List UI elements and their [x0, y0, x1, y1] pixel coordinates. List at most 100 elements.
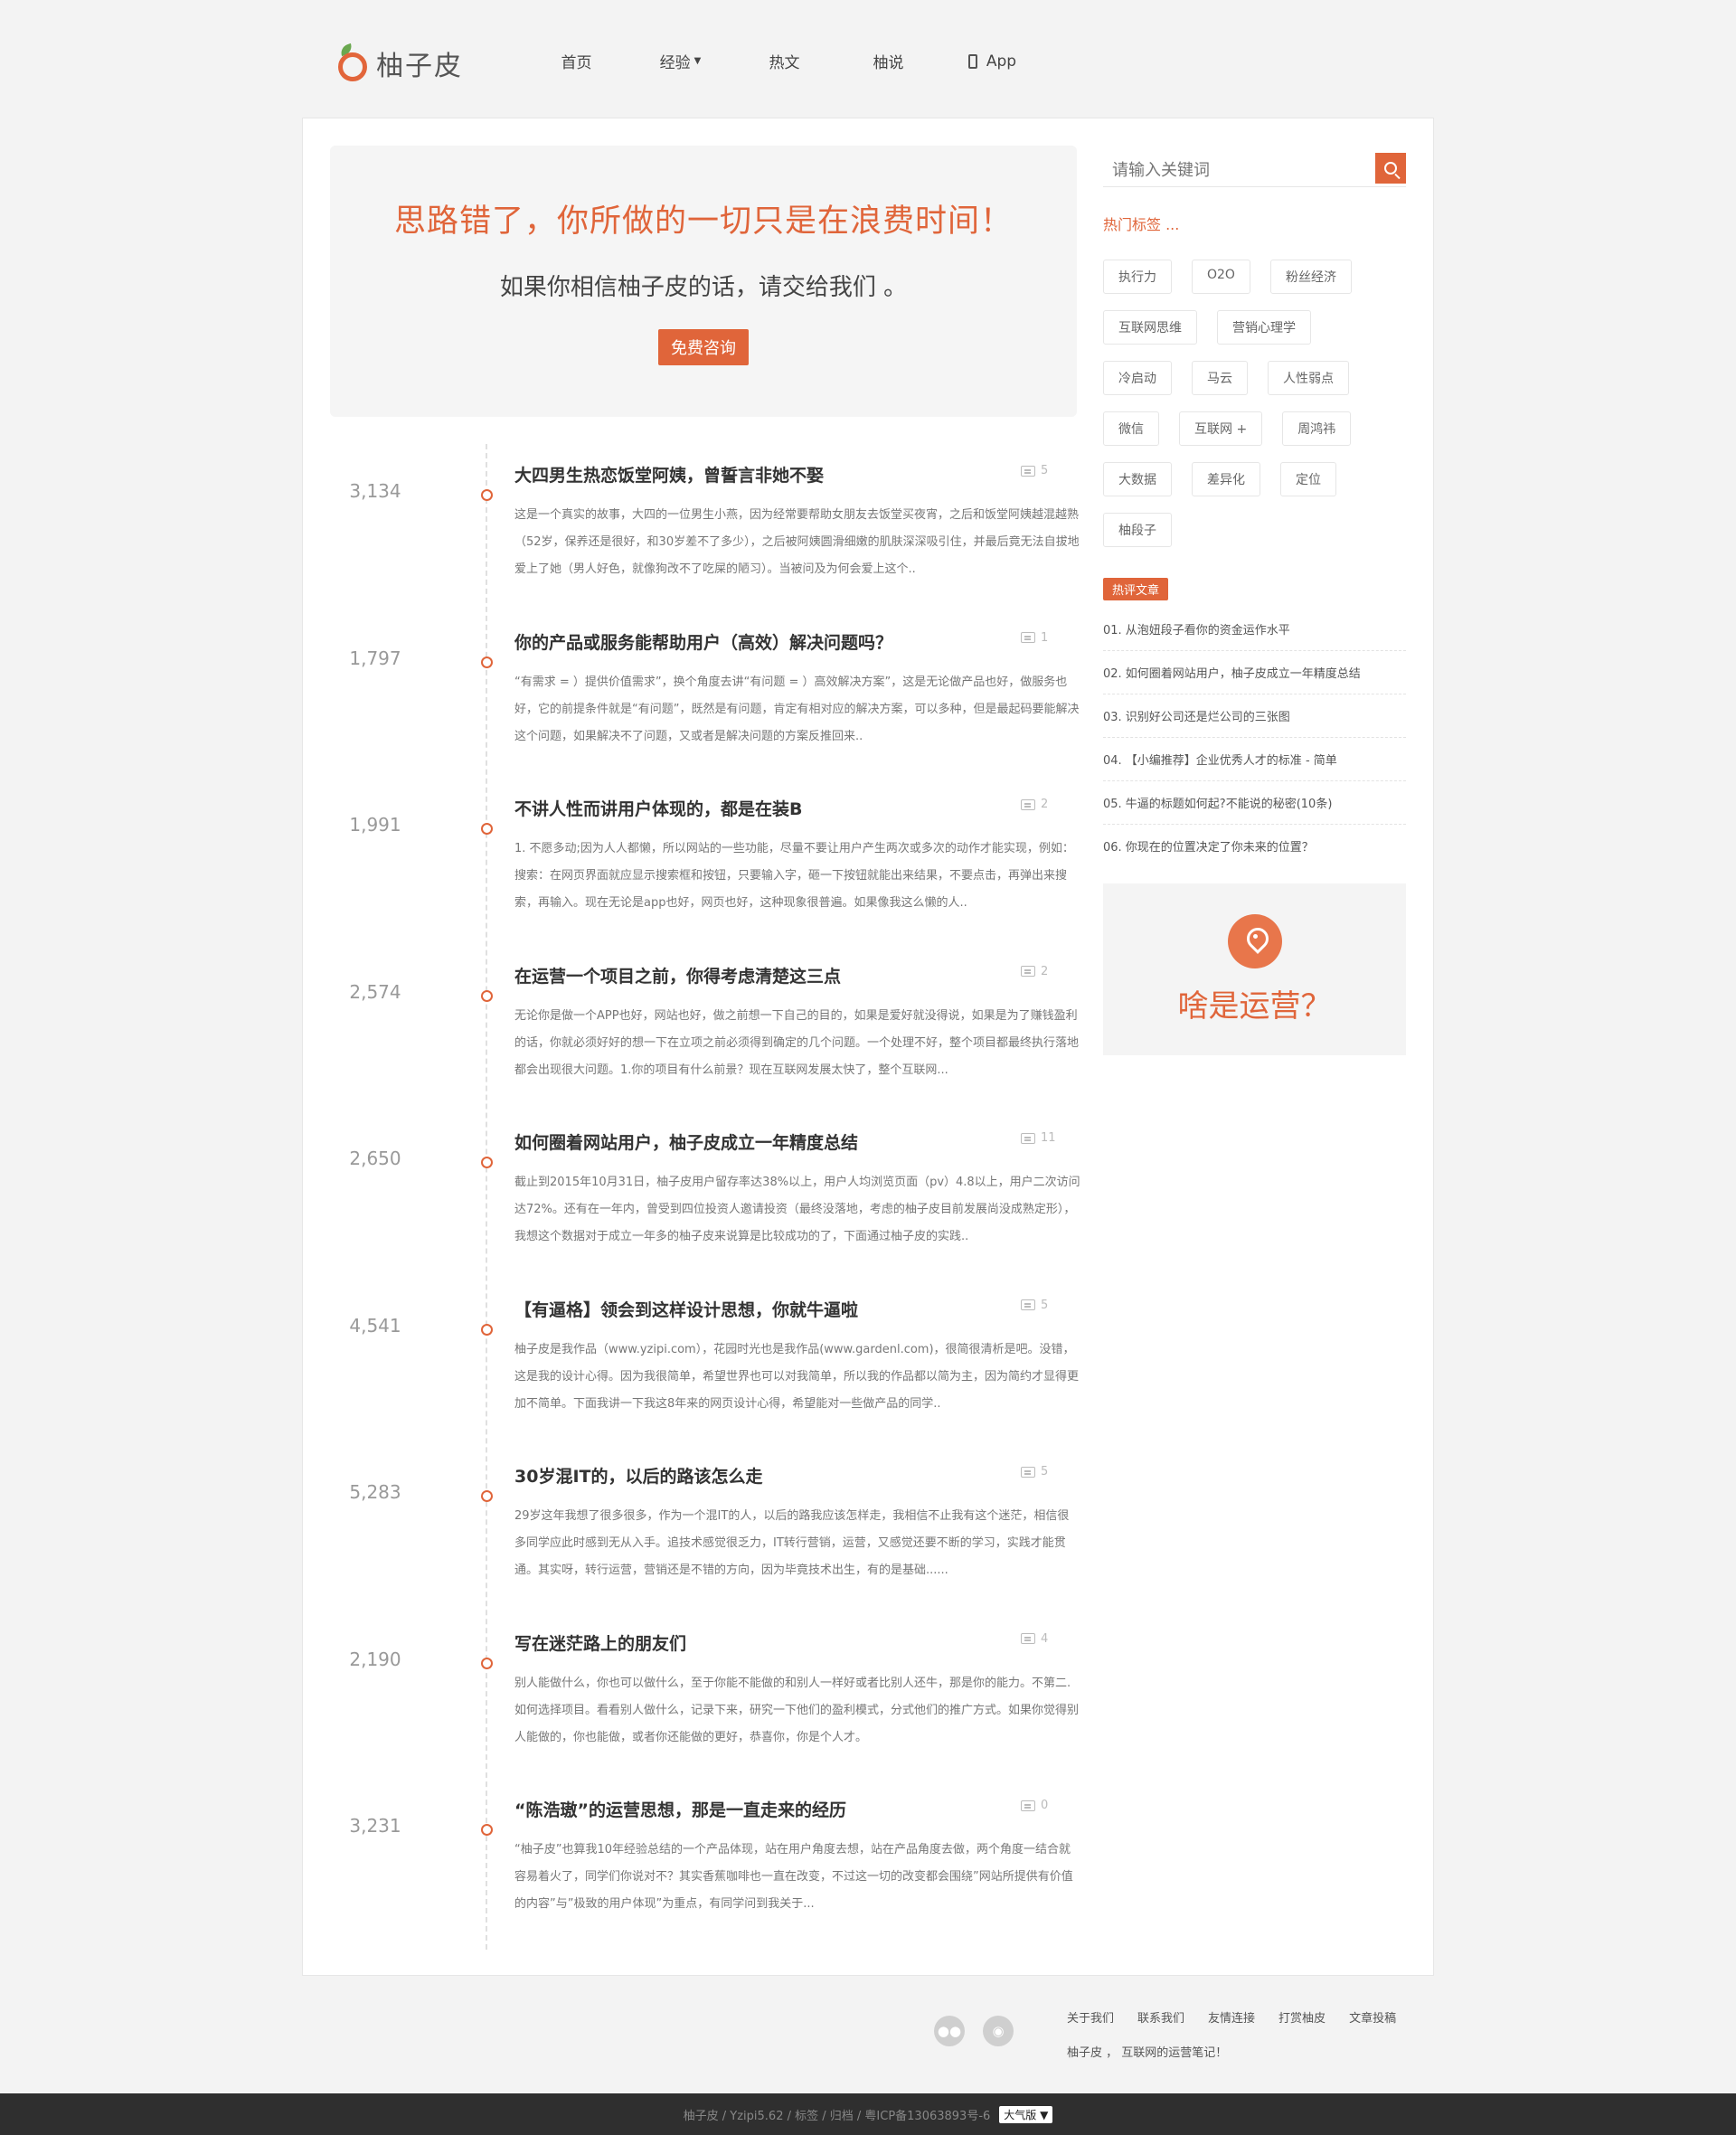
tag-link[interactable]: 营销心理学	[1217, 310, 1311, 345]
tag-link[interactable]: 马云	[1192, 361, 1248, 395]
timeline-dot	[481, 1490, 493, 1502]
hot-article-item[interactable]: 04. 【小编推荐】企业优秀人才的标准 - 简单	[1103, 738, 1406, 781]
footer-slogan: 柚子皮 ， 互联网的运营笔记！	[1067, 2046, 1228, 2060]
footer-links: 关于我们 联系我们 友情连接 打赏柚皮 文章投稿	[1067, 2008, 1396, 2026]
tag-link[interactable]: 粉丝经济	[1269, 260, 1352, 294]
hot-article-item[interactable]: 02. 如何圈着网站用户，柚子皮成立一年精度总结	[1103, 651, 1406, 694]
tag-row: 大数据 差异化 定位	[1103, 462, 1406, 496]
timeline-dot	[481, 1157, 493, 1168]
view-count: 2,190	[349, 1648, 401, 1670]
footer-link[interactable]: 联系我们	[1137, 2008, 1184, 2026]
post-title[interactable]: 【有逼格】领会到这样设计思想，你就牛逼啦	[514, 1297, 858, 1321]
post-excerpt: 29岁这年我想了很多很多，作为一个混IT的人，以后的路我应该怎样走，我相信不止我…	[514, 1509, 1070, 1577]
post-item[interactable]: 3,231 “陈浩璈”的运营思想，那是一直走来的经历 0 “柚子皮”也算我10年经验总…	[303, 1779, 1099, 1946]
nav-hot[interactable]: 热文	[732, 50, 836, 72]
footer-link[interactable]: 打赏柚皮	[1278, 2008, 1326, 2026]
post-excerpt: 别人能做什么，你也可以做什么，至于你能不能做的和别人一样好或者比别人还牛，那是你…	[514, 1676, 1080, 1744]
timeline-dot	[481, 489, 493, 501]
site-logo[interactable]: 柚子皮	[336, 43, 463, 83]
tag-link[interactable]: 柚段子	[1103, 513, 1172, 547]
timeline-dot	[481, 823, 493, 835]
post-title[interactable]: “陈浩璈”的运营思想，那是一直走来的经历	[514, 1797, 846, 1821]
tag-link[interactable]: 互联网思维	[1103, 310, 1197, 345]
footer: ●● ◉ 关于我们 联系我们 友情连接 打赏柚皮 文章投稿 柚子皮 ， 互联网的运营笔记…	[0, 1976, 1736, 2093]
comment-icon	[1021, 632, 1035, 643]
promo-text: 啥是运营？	[1177, 988, 1332, 1025]
view-count: 1,991	[349, 814, 401, 836]
nav-experience[interactable]: 经验 ▼	[628, 50, 732, 72]
orange-logo-icon	[336, 43, 369, 81]
post-title[interactable]: 30岁混IT的，以后的路该怎么走	[514, 1463, 762, 1488]
view-count: 4,541	[349, 1314, 401, 1337]
post-title[interactable]: 如何圈着网站用户，柚子皮成立一年精度总结	[514, 1129, 858, 1154]
hero-title: 思路错了，你所做的一切只是在浪费时间！	[393, 203, 1013, 240]
post-item[interactable]: 5,283 30岁混IT的，以后的路该怎么走 5 29岁这年我想了很多很多，作为一个混…	[303, 1445, 1099, 1612]
post-title[interactable]: 不讲人性而讲用户体现的，都是在装B	[514, 796, 802, 820]
tag-row: 执行力 O2O 粉丝经济	[1103, 260, 1406, 294]
comment-count: 5	[1021, 464, 1048, 477]
hot-article-list: 01. 从泡妞段子看你的资金运作水平 02. 如何圈着网站用户，柚子皮成立一年精度…	[1103, 608, 1406, 867]
post-title[interactable]: 你的产品或服务能帮助用户（高效）解决问题吗？	[514, 629, 892, 654]
timeline-dot	[481, 1824, 493, 1836]
post-item[interactable]: 4,541 【有逼格】领会到这样设计思想，你就牛逼啦 5 柚子皮是我作品（www.yz…	[303, 1279, 1099, 1446]
footer-link[interactable]: 文章投稿	[1349, 2008, 1396, 2026]
hot-article-item[interactable]: 06. 你现在的位置决定了你未来的位置？	[1103, 825, 1406, 867]
post-title[interactable]: 大四男生热恋饭堂阿姨，曾誓言非她不娶	[514, 462, 824, 487]
comment-count: 5	[1021, 1465, 1048, 1478]
comment-count: 0	[1021, 1799, 1048, 1812]
nav-app[interactable]: App	[940, 50, 1044, 72]
wechat-icon[interactable]: ●●	[934, 2016, 965, 2046]
search-input[interactable]	[1103, 153, 1365, 187]
timeline-dot	[481, 656, 493, 668]
footer-link[interactable]: 关于我们	[1067, 2008, 1114, 2026]
timeline-dot	[481, 989, 493, 1002]
bottom-bar: 柚子皮 / Yzipi5.62 / 标签 / 归档 / 粤ICP备1306389…	[0, 2093, 1736, 2135]
nav-talk[interactable]: 柚说	[836, 50, 940, 72]
footer-link[interactable]: 友情连接	[1208, 2008, 1255, 2026]
post-excerpt: “柚子皮”也算我10年经验总结的一个产品体现，站在用户角度去想，站在产品角度去做…	[514, 1843, 1073, 1911]
location-pin-icon	[1227, 914, 1282, 968]
view-count: 2,574	[349, 980, 401, 1003]
post-item[interactable]: 2,650 如何圈着网站用户，柚子皮成立一年精度总结 11 截止到2015年10月31…	[303, 1111, 1099, 1279]
post-item[interactable]: 1,991 不讲人性而讲用户体现的，都是在装B 2 1. 不愿多动;因为人人都懒，所以…	[303, 778, 1099, 945]
post-item[interactable]: 1,797 你的产品或服务能帮助用户（高效）解决问题吗？ 1 “有需求 = ）提供价值…	[303, 611, 1099, 779]
post-excerpt: 这是一个真实的故事，大四的一位男生小燕，因为经常要帮助女朋友去饭堂买夜宵，之后和…	[514, 508, 1080, 576]
tag-link[interactable]: 定位	[1280, 462, 1336, 496]
search-button[interactable]	[1375, 153, 1406, 184]
social-links: ●● ◉	[934, 2016, 1014, 2046]
tag-link[interactable]: 冷启动	[1103, 361, 1172, 395]
post-item[interactable]: 2,190 写在迷茫路上的朋友们 4 别人能做什么，你也可以做什么，至于你能不能做的和…	[303, 1612, 1099, 1780]
post-title[interactable]: 写在迷茫路上的朋友们	[514, 1630, 686, 1655]
post-excerpt: 1. 不愿多动;因为人人都懒，所以网站的一些功能，尽量不要让用户产生两次或多次的…	[514, 842, 1074, 910]
tag-cloud: 执行力 O2O 粉丝经济 互联网思维 营销心理学 冷启动 马云 人性弱点 微信 互联网 + 周鸿祎大…	[1103, 260, 1406, 547]
hot-article-item[interactable]: 01. 从泡妞段子看你的资金运作水平	[1103, 608, 1406, 651]
promo-card[interactable]: 啥是运营？	[1103, 883, 1406, 1055]
theme-select[interactable]: 大气版 ▼	[999, 2105, 1053, 2123]
post-item[interactable]: 3,134 大四男生热恋饭堂阿姨，曾誓言非她不娶 5 这是一个真实的故事，大四的一位男…	[303, 444, 1099, 611]
header: 柚子皮 首页 经验 ▼ 热文 柚说 App	[0, 0, 1736, 118]
post-item[interactable]: 2,574 在运营一个项目之前，你得考虑清楚这三点 2 无论你是做一个APP也好，网站…	[303, 945, 1099, 1112]
tag-link[interactable]: 人性弱点	[1268, 361, 1349, 395]
comment-count: 2	[1021, 798, 1048, 811]
comment-icon	[1021, 1132, 1035, 1144]
tag-link[interactable]: 微信	[1103, 411, 1159, 446]
free-consult-button[interactable]: 免费咨询	[658, 329, 749, 365]
nav-home[interactable]: 首页	[524, 50, 628, 72]
weibo-icon[interactable]: ◉	[983, 2016, 1014, 2046]
tag-link[interactable]: 周鸿祎	[1282, 411, 1352, 446]
tag-row: 柚段子	[1103, 513, 1406, 547]
tag-link[interactable]: 大数据	[1103, 462, 1172, 496]
hot-article-item[interactable]: 05. 牛逼的标题如何起?不能说的秘密(10条)	[1103, 781, 1406, 825]
tag-link[interactable]: 互联网 +	[1179, 411, 1263, 446]
hot-article-item[interactable]: 03. 识别好公司还是烂公司的三张图	[1103, 694, 1406, 738]
tag-row: 互联网思维 营销心理学	[1103, 310, 1406, 345]
comment-icon	[1021, 1633, 1035, 1644]
tag-link[interactable]: 差异化	[1192, 462, 1260, 496]
comment-count: 2	[1021, 965, 1048, 978]
post-title[interactable]: 在运营一个项目之前，你得考虑清楚这三点	[514, 963, 841, 987]
comment-icon	[1021, 798, 1035, 810]
tag-link[interactable]: 执行力	[1103, 260, 1172, 294]
view-count: 1,797	[349, 647, 401, 669]
hot-tags-title: 热门标签 ...	[1103, 216, 1180, 233]
tag-link[interactable]: O2O	[1192, 260, 1250, 294]
